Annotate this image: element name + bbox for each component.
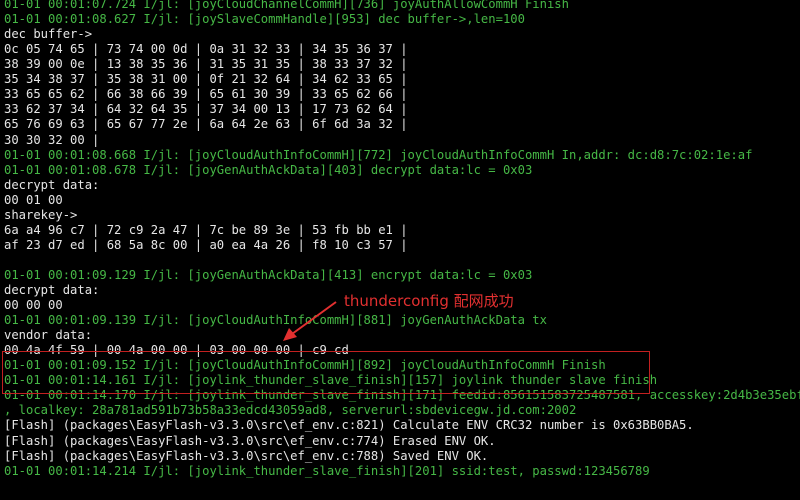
log-line: 01-01 00:01:14.161 I/jl: [joylink_thunde… bbox=[4, 373, 658, 388]
log-line: 6a a4 96 c7 | 72 c9 2a 47 | 7c be 89 3e … bbox=[4, 222, 408, 237]
log-line: vendor data: bbox=[4, 328, 93, 343]
log-line: 01-01 00:01:07.724 I/jl: [joyCloudChanne… bbox=[4, 0, 569, 11]
log-line: 01-01 00:01:09.152 I/jl: [joyCloudAuthIn… bbox=[4, 358, 606, 373]
log-line: 65 76 69 63 | 65 67 77 2e | 6a 64 2e 63 … bbox=[4, 117, 408, 132]
log-line: af 23 d7 ed | 68 5a 8c 00 | a0 ea 4a 26 … bbox=[4, 237, 408, 252]
log-line: 01-01 00:01:09.139 I/jl: [joyCloudAuthIn… bbox=[4, 313, 547, 328]
log-line: 01-01 00:01:08.627 I/jl: [joySlaveCommHa… bbox=[4, 12, 525, 27]
log-line: 00 00 00 bbox=[4, 298, 63, 312]
annotation-label: thunderconfig 配网成功 bbox=[344, 292, 514, 310]
log-line: 01-01 00:01:08.668 I/jl: [joyCloudAuthIn… bbox=[4, 147, 753, 162]
log-line: [Flash] (packages\EasyFlash-v3.3.0\src\e… bbox=[4, 448, 489, 463]
log-line: 00 4a 4f 59 | 00 4a 00 00 | 03 00 00 00 … bbox=[4, 343, 349, 358]
log-line: 30 30 32 00 | bbox=[4, 132, 100, 147]
log-line: 33 62 37 34 | 64 32 64 35 | 37 34 00 13 … bbox=[4, 102, 408, 117]
log-line: 00 01 00 bbox=[4, 192, 63, 207]
log-line: decrypt data: bbox=[4, 282, 100, 297]
log-line: dec buffer-> bbox=[4, 27, 93, 42]
log-line: 0c 05 74 65 | 73 74 00 0d | 0a 31 32 33 … bbox=[4, 42, 408, 57]
log-line: 38 39 00 0e | 13 38 35 36 | 31 35 31 35 … bbox=[4, 57, 408, 72]
terminal-output: 01-01 00:01:07.724 I/jl: [joyCloudChanne… bbox=[0, 0, 800, 500]
log-line: 35 34 38 37 | 35 38 31 00 | 0f 21 32 64 … bbox=[4, 72, 408, 87]
log-line: [Flash] (packages\EasyFlash-v3.3.0\src\e… bbox=[4, 418, 694, 433]
log-line: 01-01 00:01:14.170 I/jl: [joylink_thunde… bbox=[4, 388, 800, 403]
log-line: decrypt data: bbox=[4, 177, 100, 192]
log-line: 01-01 00:01:08.678 I/jl: [joyGenAuthAckD… bbox=[4, 162, 533, 177]
log-line: 33 65 65 62 | 66 38 66 39 | 65 61 30 39 … bbox=[4, 87, 408, 102]
log-line: , localkey: 28a781ad591b73b58a33edcd4305… bbox=[4, 403, 577, 418]
log-line: sharekey-> bbox=[4, 207, 78, 222]
log-line: 01-01 00:01:14.214 I/jl: [joylink_thunde… bbox=[4, 463, 650, 478]
log-line: 01-01 00:01:09.129 I/jl: [joyGenAuthAckD… bbox=[4, 267, 533, 282]
log-line: [Flash] (packages\EasyFlash-v3.3.0\src\e… bbox=[4, 433, 496, 448]
